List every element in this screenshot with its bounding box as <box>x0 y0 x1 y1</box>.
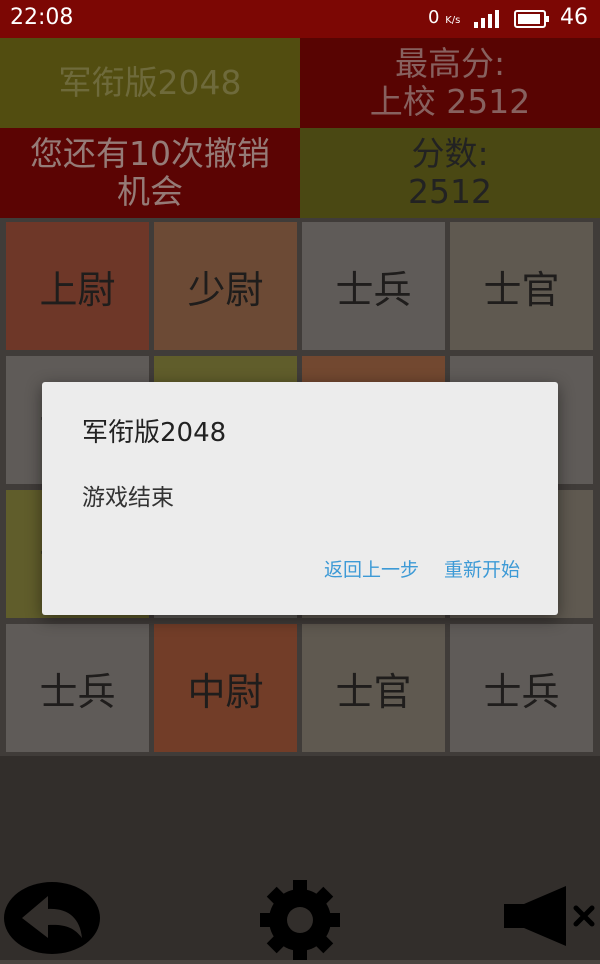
net-speed: 0 K/s <box>428 7 460 28</box>
dialog-title: 军衔版2048 <box>82 418 227 448</box>
status-bar: 22:08 0 K/s 46 <box>0 0 600 38</box>
back-step-button[interactable]: 返回上一步 <box>324 555 419 582</box>
battery-icon <box>514 10 550 32</box>
dialog-message: 游戏结束 <box>82 485 174 511</box>
battery-level: 46 <box>560 5 588 30</box>
status-time: 22:08 <box>10 5 74 30</box>
game-over-dialog: 军衔版2048 游戏结束 返回上一步 重新开始 <box>42 382 558 615</box>
signal-icon <box>472 8 502 32</box>
net-speed-unit: K/s <box>445 15 461 26</box>
net-speed-value: 0 <box>428 7 440 28</box>
restart-button[interactable]: 重新开始 <box>444 555 520 582</box>
